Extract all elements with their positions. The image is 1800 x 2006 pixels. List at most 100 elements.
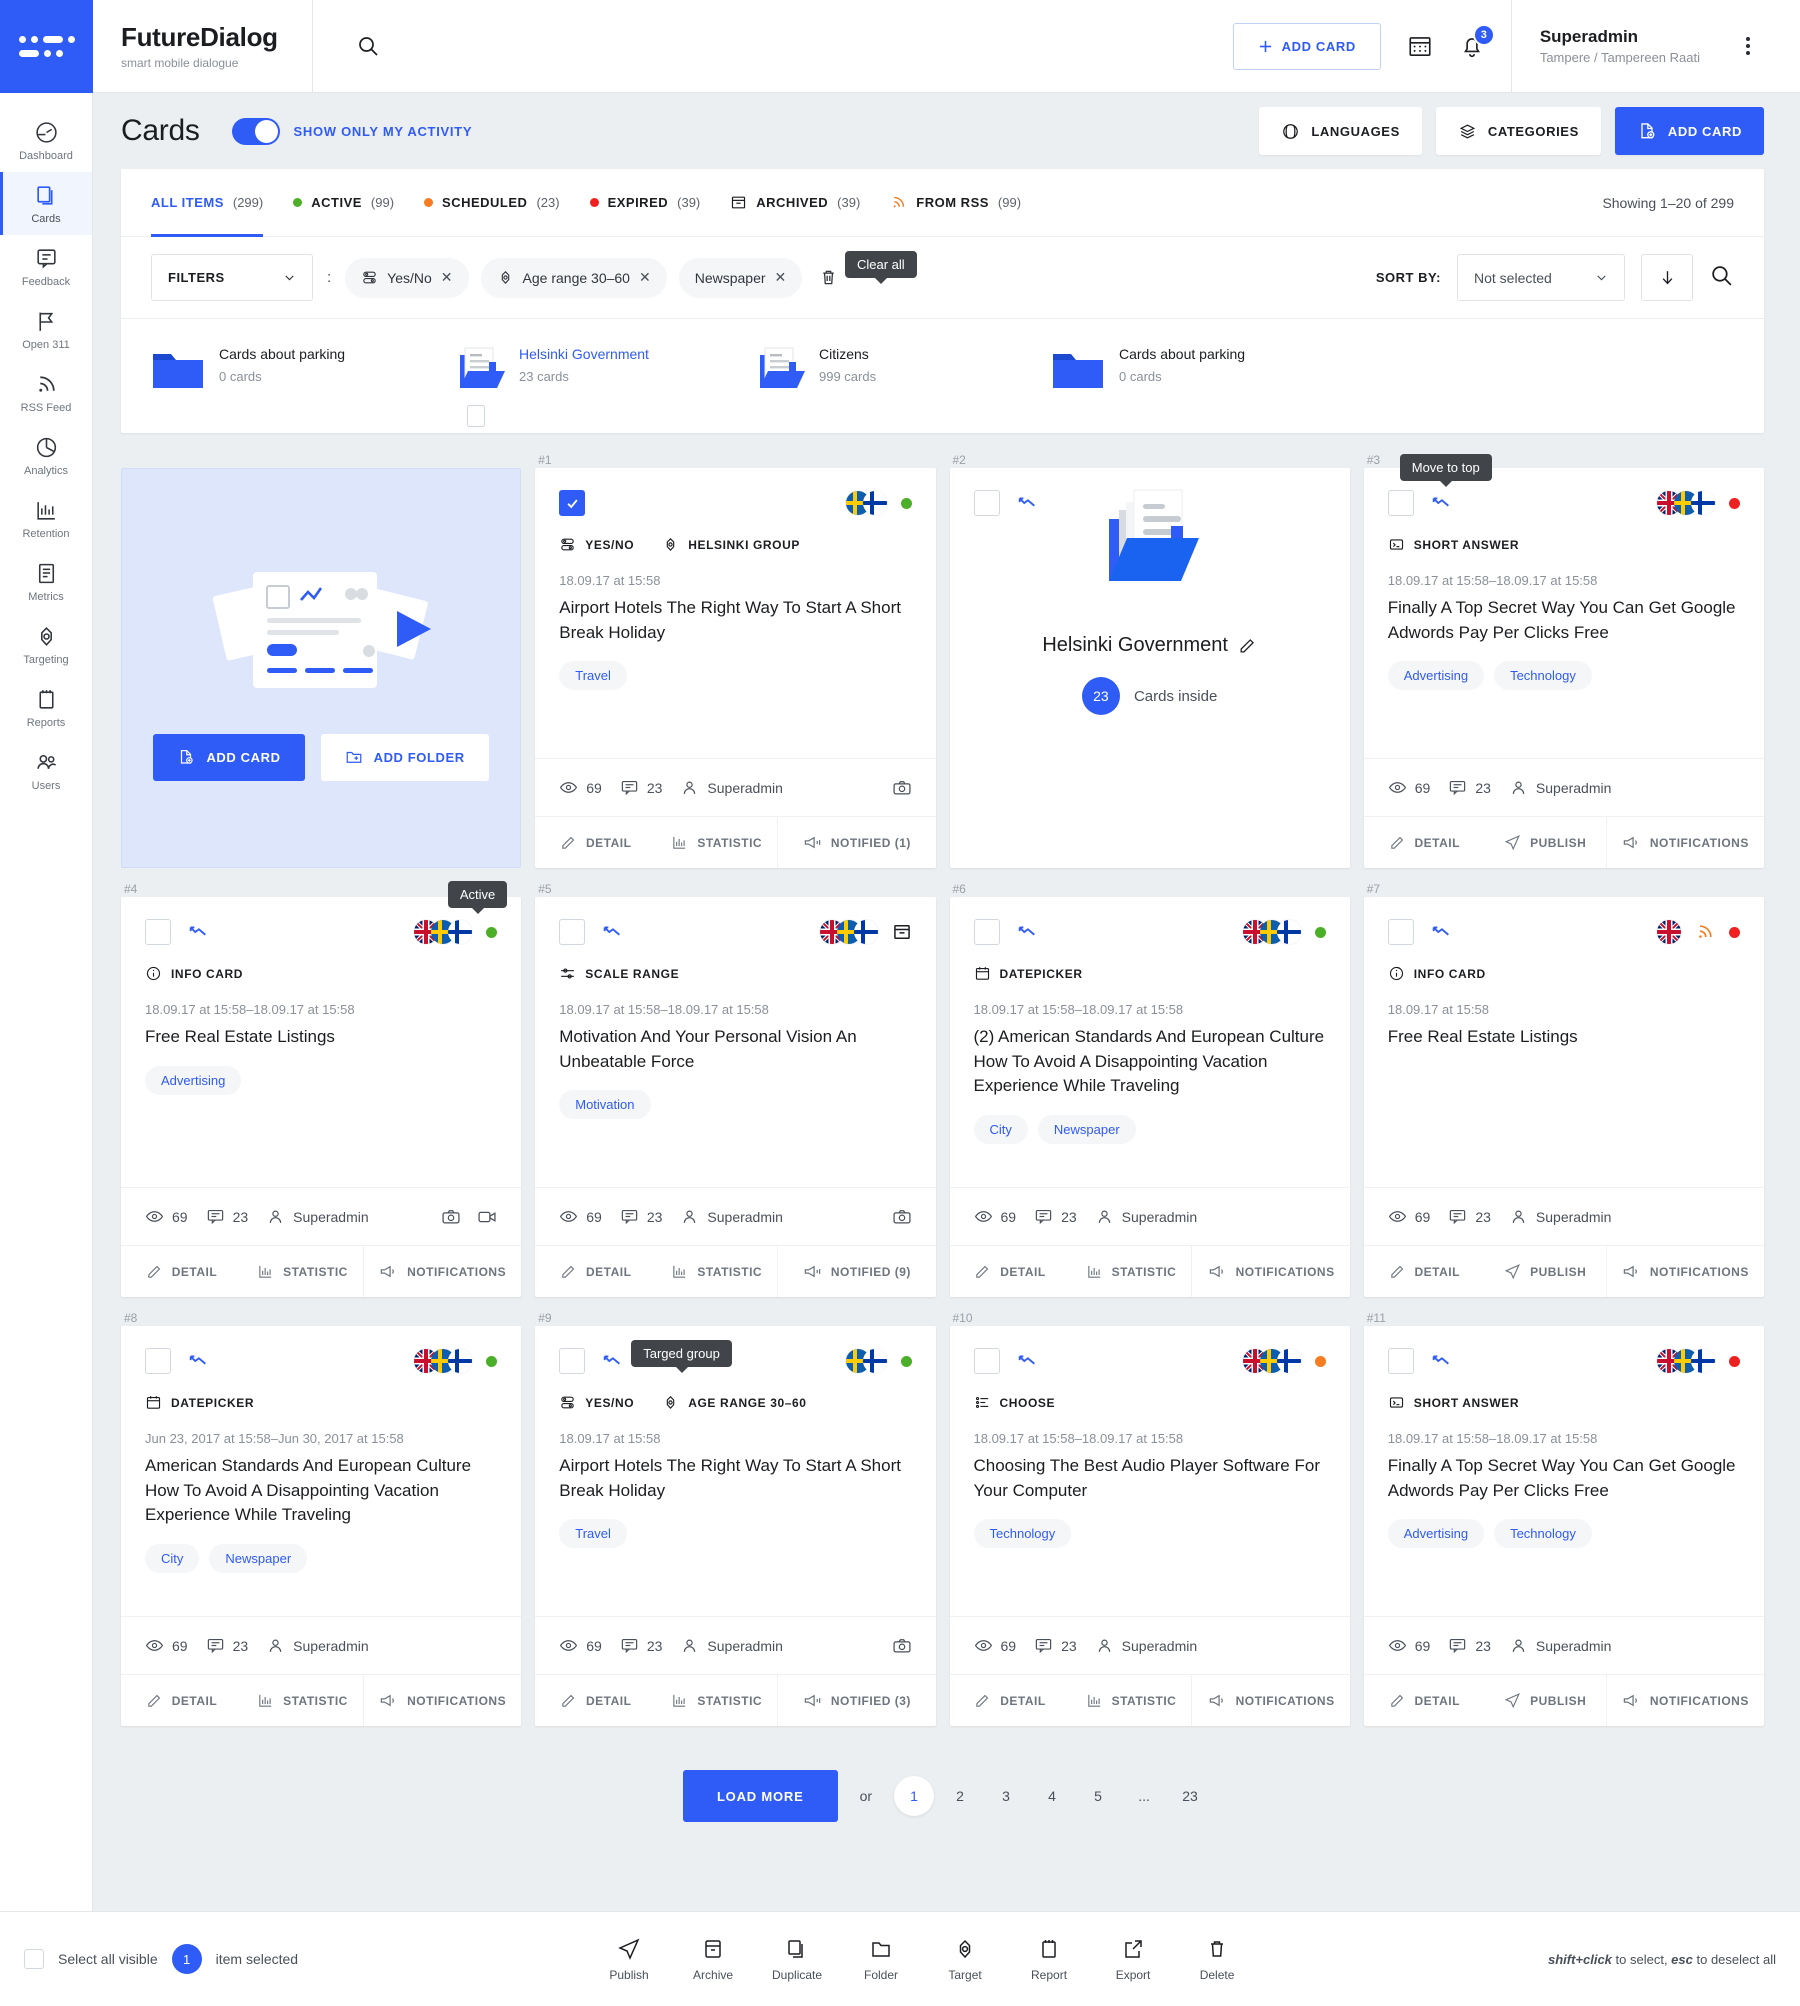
app-logo-tile[interactable]	[0, 0, 93, 93]
card-select-checkbox[interactable]	[145, 919, 171, 945]
tab-all-items[interactable]: ALL ITEMS (299)	[151, 169, 264, 237]
card-action-notifications[interactable]: NOTIFICATIONS	[1605, 817, 1764, 868]
categories-button[interactable]: CATEGORIES	[1435, 107, 1601, 155]
card-action-notifications[interactable]: NOTIFICATIONS	[1605, 1675, 1764, 1726]
clear-all-filters-button[interactable]: Clear all	[818, 251, 917, 288]
languages-button[interactable]: LANGUAGES	[1259, 107, 1422, 155]
cards-search-button[interactable]	[1709, 263, 1734, 293]
folder-item[interactable]: Cards about parking 0 cards	[151, 345, 451, 395]
page-number-last[interactable]: 23	[1170, 1776, 1210, 1816]
header-add-card-button[interactable]: ADD CARD	[1232, 22, 1381, 70]
card-select-checkbox[interactable]	[973, 490, 1000, 516]
sidebar-item-reports[interactable]: Reports	[0, 676, 92, 739]
move-to-top-button[interactable]	[1430, 492, 1452, 514]
card-action-detail[interactable]: DETAIL	[121, 1246, 242, 1297]
move-to-top-button[interactable]	[1430, 921, 1452, 943]
card-tag[interactable]: City	[145, 1543, 200, 1573]
card-target-group[interactable]: AGE RANGE 30–60	[662, 1394, 806, 1411]
page-number-4[interactable]: 4	[1032, 1776, 1072, 1816]
user-box[interactable]: Superadmin Tampere / Tampereen Raati	[1510, 0, 1774, 93]
move-to-top-button[interactable]	[601, 1350, 623, 1372]
bulk-duplicate-button[interactable]: Duplicate	[766, 1937, 828, 1982]
tab-from-rss[interactable]: FROM RSS (99)	[890, 169, 1021, 237]
card-tag[interactable]: Travel	[559, 661, 627, 691]
card-select-checkbox[interactable]	[1387, 919, 1414, 945]
card-tag[interactable]: Technology	[1494, 661, 1592, 691]
global-search-button[interactable]	[313, 0, 423, 92]
card-status-dot-icon[interactable]	[486, 926, 498, 938]
card-tag[interactable]: Motivation	[559, 1090, 651, 1120]
card-action-notifications[interactable]: NOTIFICATIONS	[362, 1246, 521, 1297]
bulk-export-button[interactable]: Export	[1102, 1937, 1164, 1982]
tab-archived[interactable]: ARCHIVED (39)	[730, 169, 860, 237]
sidebar-item-feedback[interactable]: Feedback	[0, 235, 92, 298]
card-action-detail[interactable]: DETAIL	[950, 1246, 1071, 1297]
bulk-folder-button[interactable]: Folder	[850, 1937, 912, 1982]
card-select-checkbox[interactable]	[559, 1348, 586, 1374]
card-action-detail[interactable]: DETAIL	[1364, 817, 1485, 868]
card-tag[interactable]: Newspaper	[1037, 1114, 1136, 1144]
move-to-top-button[interactable]	[1016, 492, 1038, 514]
card[interactable]: YES/NO HELSINKI GROUP 18.09.17 at 15:58 …	[535, 468, 936, 868]
page-number-3[interactable]: 3	[986, 1776, 1026, 1816]
card-action-statistic[interactable]: STATISTIC	[242, 1675, 363, 1726]
folder-item[interactable]: Helsinki Government 23 cards	[451, 345, 751, 427]
card[interactable]: Move to top SHORT ANSWER 18.09.17 at 15:…	[1363, 454, 1764, 868]
promo-add-folder-button[interactable]: ADD FOLDER	[320, 733, 489, 781]
folder-card[interactable]: Helsinki Government 23 Cards inside	[949, 468, 1350, 868]
tab-active[interactable]: ACTIVE (99)	[293, 169, 394, 237]
filter-chip-age-range[interactable]: Age range 30–60 ✕	[480, 257, 667, 298]
page-number-2[interactable]: 2	[940, 1776, 980, 1816]
card-action-publish[interactable]: PUBLISH	[1485, 817, 1606, 868]
sidebar-item-retention[interactable]: Retention	[0, 487, 92, 550]
card-action-notified[interactable]: NOTIFIED (3)	[777, 1675, 935, 1726]
card-action-detail[interactable]: DETAIL	[950, 1675, 1071, 1726]
add-card-button[interactable]: ADD CARD	[1614, 107, 1764, 155]
card-select-checkbox[interactable]	[973, 1348, 1000, 1374]
card-action-detail[interactable]: DETAIL	[1364, 1675, 1485, 1726]
card-action-statistic[interactable]: STATISTIC	[656, 1246, 777, 1297]
card[interactable]: SHORT ANSWER 18.09.17 at 15:58–18.09.17 …	[1363, 1326, 1764, 1726]
move-to-top-button[interactable]	[187, 1350, 209, 1372]
bulk-delete-button[interactable]: Delete	[1186, 1937, 1248, 1982]
card-action-statistic[interactable]: STATISTIC	[1070, 1675, 1191, 1726]
card-select-checkbox[interactable]	[1387, 1348, 1414, 1374]
card-select-checkbox[interactable]	[559, 490, 586, 516]
card-action-detail[interactable]: DETAIL	[121, 1675, 242, 1726]
promo-add-card-button[interactable]: ADD CARD	[153, 733, 305, 781]
sort-direction-button[interactable]	[1641, 254, 1693, 301]
move-to-top-button[interactable]	[601, 921, 623, 943]
card-action-notifications[interactable]: NOTIFICATIONS	[1191, 1675, 1349, 1726]
card-select-checkbox[interactable]	[559, 919, 586, 945]
tab-scheduled[interactable]: SCHEDULED (23)	[424, 169, 560, 237]
bulk-publish-button[interactable]: Publish	[598, 1937, 660, 1982]
card[interactable]: Targed group YES/NO AGE RANGE 30–60 18.0…	[535, 1326, 936, 1726]
sidebar-item-targeting[interactable]: Targeting	[0, 613, 92, 676]
card-action-notified[interactable]: NOTIFIED (9)	[777, 1246, 935, 1297]
card-action-notified[interactable]: NOTIFIED (1)	[777, 817, 935, 868]
card-action-detail[interactable]: DETAIL	[535, 817, 656, 868]
filter-chip-remove-icon[interactable]: ✕	[639, 269, 651, 286]
sidebar-item-cards[interactable]: Cards	[0, 172, 92, 235]
bulk-target-button[interactable]: Target	[934, 1937, 996, 1982]
card-tag[interactable]: Travel	[559, 1519, 627, 1549]
card-select-checkbox[interactable]	[1387, 490, 1414, 516]
sidebar-item-users[interactable]: Users	[0, 739, 92, 802]
bulk-report-button[interactable]: Report	[1018, 1937, 1080, 1982]
card-action-detail[interactable]: DETAIL	[1364, 1246, 1485, 1297]
card-action-statistic[interactable]: STATISTIC	[1070, 1246, 1191, 1297]
kebab-menu-icon[interactable]	[1740, 31, 1756, 61]
sidebar-item-open311[interactable]: Open 311	[0, 298, 92, 361]
card[interactable]: DATEPICKER Jun 23, 2017 at 15:58–Jun 30,…	[121, 1326, 522, 1726]
card-action-statistic[interactable]: STATISTIC	[242, 1246, 363, 1297]
load-more-button[interactable]: LOAD MORE	[682, 1770, 838, 1822]
card[interactable]: INFO CARD 18.09.17 at 15:58 Free Real Es…	[1363, 897, 1764, 1297]
card-tag[interactable]: Technology	[973, 1519, 1072, 1549]
notifications-button[interactable]: 3	[1459, 24, 1495, 59]
card-tag[interactable]: Technology	[1494, 1519, 1592, 1549]
sidebar-item-rss-feed[interactable]: RSS Feed	[0, 361, 92, 424]
move-to-top-button[interactable]	[1430, 1350, 1452, 1372]
card[interactable]: Active INFO CARD 18.09.17 at 15:58–18.09…	[121, 881, 522, 1297]
folder-checkbox[interactable]	[467, 405, 485, 427]
card-action-publish[interactable]: PUBLISH	[1485, 1675, 1606, 1726]
